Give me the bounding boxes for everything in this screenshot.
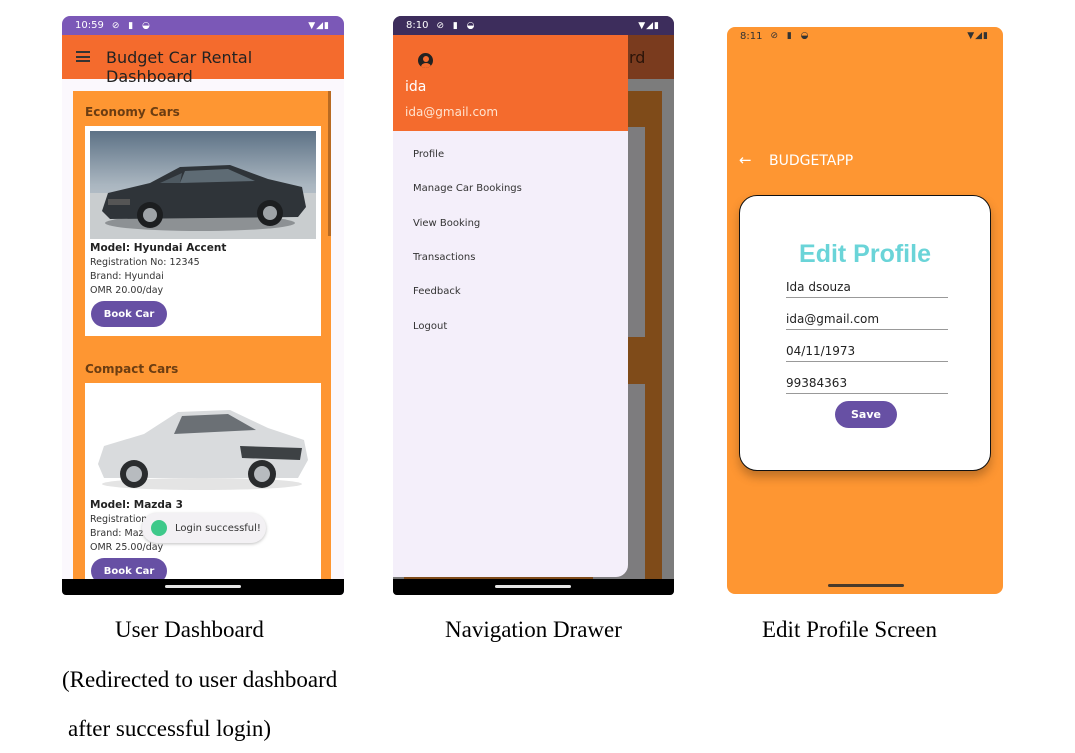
status-bar: 8:11 ⊘ ▮ ◒ ▼◢▮	[727, 27, 1003, 45]
car-card-mazda: Model: Mazda 3 Registration Brand: Maz O…	[85, 383, 321, 581]
app-bar: Budget Car Rental Dashboard	[62, 35, 344, 86]
car-image-hyundai-accent	[90, 131, 316, 239]
car-brand: Brand: Maz	[90, 528, 144, 539]
phone-navigation-drawer: rd 8:10 ⊘ ▮ ◒ ▼◢▮ ida ida@gmail.com Prof…	[393, 16, 674, 595]
toast-login-success: Login successful!	[142, 513, 266, 543]
account-circle-icon	[418, 53, 433, 68]
car-registration: Registration	[90, 514, 148, 525]
caption-redirect-note-line2: after successful login)	[68, 716, 272, 741]
drawer-header: ida ida@gmail.com	[393, 35, 628, 131]
car-registration: Registration No: 12345	[90, 257, 200, 268]
car-brand: Brand: Hyundai	[90, 271, 164, 282]
car-model: Model: Mazda 3	[90, 499, 183, 511]
edit-profile-heading: Edit Profile	[799, 240, 931, 268]
home-indicator[interactable]	[495, 585, 571, 588]
home-indicator[interactable]	[165, 585, 241, 588]
status-signal-battery-icon: ▼◢▮	[308, 20, 330, 31]
status-signal-battery-icon: ▼◢▮	[638, 20, 660, 31]
drawer-user-name: ida	[405, 79, 427, 95]
car-model: Model: Hyundai Accent	[90, 242, 227, 254]
car-card-hyundai: Model: Hyundai Accent Registration No: 1…	[85, 126, 321, 336]
status-bar: 8:10 ⊘ ▮ ◒ ▼◢▮	[393, 16, 674, 35]
caption-user-dashboard: User Dashboard	[115, 617, 264, 642]
status-notification-icons: ⊘ ▮ ◒	[111, 20, 153, 31]
back-arrow-icon[interactable]: ←	[739, 151, 752, 169]
menu-item-feedback[interactable]: Feedback	[413, 286, 461, 297]
app-icon	[151, 520, 167, 536]
status-time: 8:11	[740, 30, 763, 42]
hamburger-menu-icon[interactable]	[76, 51, 90, 62]
phone-field[interactable]: 99384363	[786, 376, 948, 394]
car-image-mazda-3	[90, 388, 316, 496]
menu-item-transactions[interactable]: Transactions	[413, 252, 475, 263]
menu-item-profile[interactable]: Profile	[413, 149, 444, 160]
name-field[interactable]: Ida dsouza	[786, 280, 948, 298]
status-time: 10:59	[75, 20, 104, 31]
book-car-button[interactable]: Book Car	[91, 301, 167, 327]
section-title-economy: Economy Cars	[85, 105, 180, 119]
caption-navigation-drawer: Navigation Drawer	[445, 617, 622, 642]
email-field[interactable]: ida@gmail.com	[786, 312, 948, 330]
phone-user-dashboard: 10:59 ⊘ ▮ ◒ ▼◢▮ Budget Car Rental Dashbo…	[62, 16, 344, 595]
caption-edit-profile: Edit Profile Screen	[762, 617, 938, 642]
menu-item-logout[interactable]: Logout	[413, 321, 447, 332]
status-notification-icons: ⊘ ▮ ◒	[436, 20, 478, 31]
dob-field[interactable]: 04/11/1973	[786, 344, 948, 362]
app-title: Budget Car Rental Dashboard	[106, 48, 253, 86]
section-title-compact: Compact Cars	[85, 362, 179, 376]
scrollbar[interactable]	[328, 91, 331, 236]
menu-item-view-booking[interactable]: View Booking	[413, 218, 480, 229]
status-bar: 10:59 ⊘ ▮ ◒ ▼◢▮	[62, 16, 344, 35]
drawer-user-email: ida@gmail.com	[405, 105, 499, 119]
dimmed-title-fragment: rd	[629, 48, 646, 67]
car-price: OMR 25.00/day	[90, 542, 164, 553]
edit-profile-card: Edit Profile Ida dsouza ida@gmail.com 04…	[739, 195, 991, 471]
car-price: OMR 20.00/day	[90, 285, 164, 296]
toast-text: Login successful!	[175, 522, 261, 534]
save-button[interactable]: Save	[835, 401, 897, 428]
caption-redirect-note-line1: (Redirected to user dashboard	[62, 667, 338, 692]
toolbar-title: BUDGETAPP	[769, 153, 854, 169]
content-scroll[interactable]: Economy Cars Model: Hyundai Accent Regis…	[73, 91, 331, 581]
home-indicator[interactable]	[828, 584, 904, 587]
menu-item-manage-car-bookings[interactable]: Manage Car Bookings	[413, 183, 522, 194]
status-signal-battery-icon: ▼◢▮	[967, 31, 989, 41]
navigation-drawer: ida ida@gmail.com Profile Manage Car Boo…	[393, 35, 628, 577]
status-time: 8:10	[406, 20, 429, 31]
book-car-button[interactable]: Book Car	[91, 558, 167, 581]
status-notification-icons: ⊘ ▮ ◒	[770, 31, 812, 41]
phone-edit-profile: 8:11 ⊘ ▮ ◒ ▼◢▮ ← BUDGETAPP Edit Profile …	[727, 27, 1003, 594]
